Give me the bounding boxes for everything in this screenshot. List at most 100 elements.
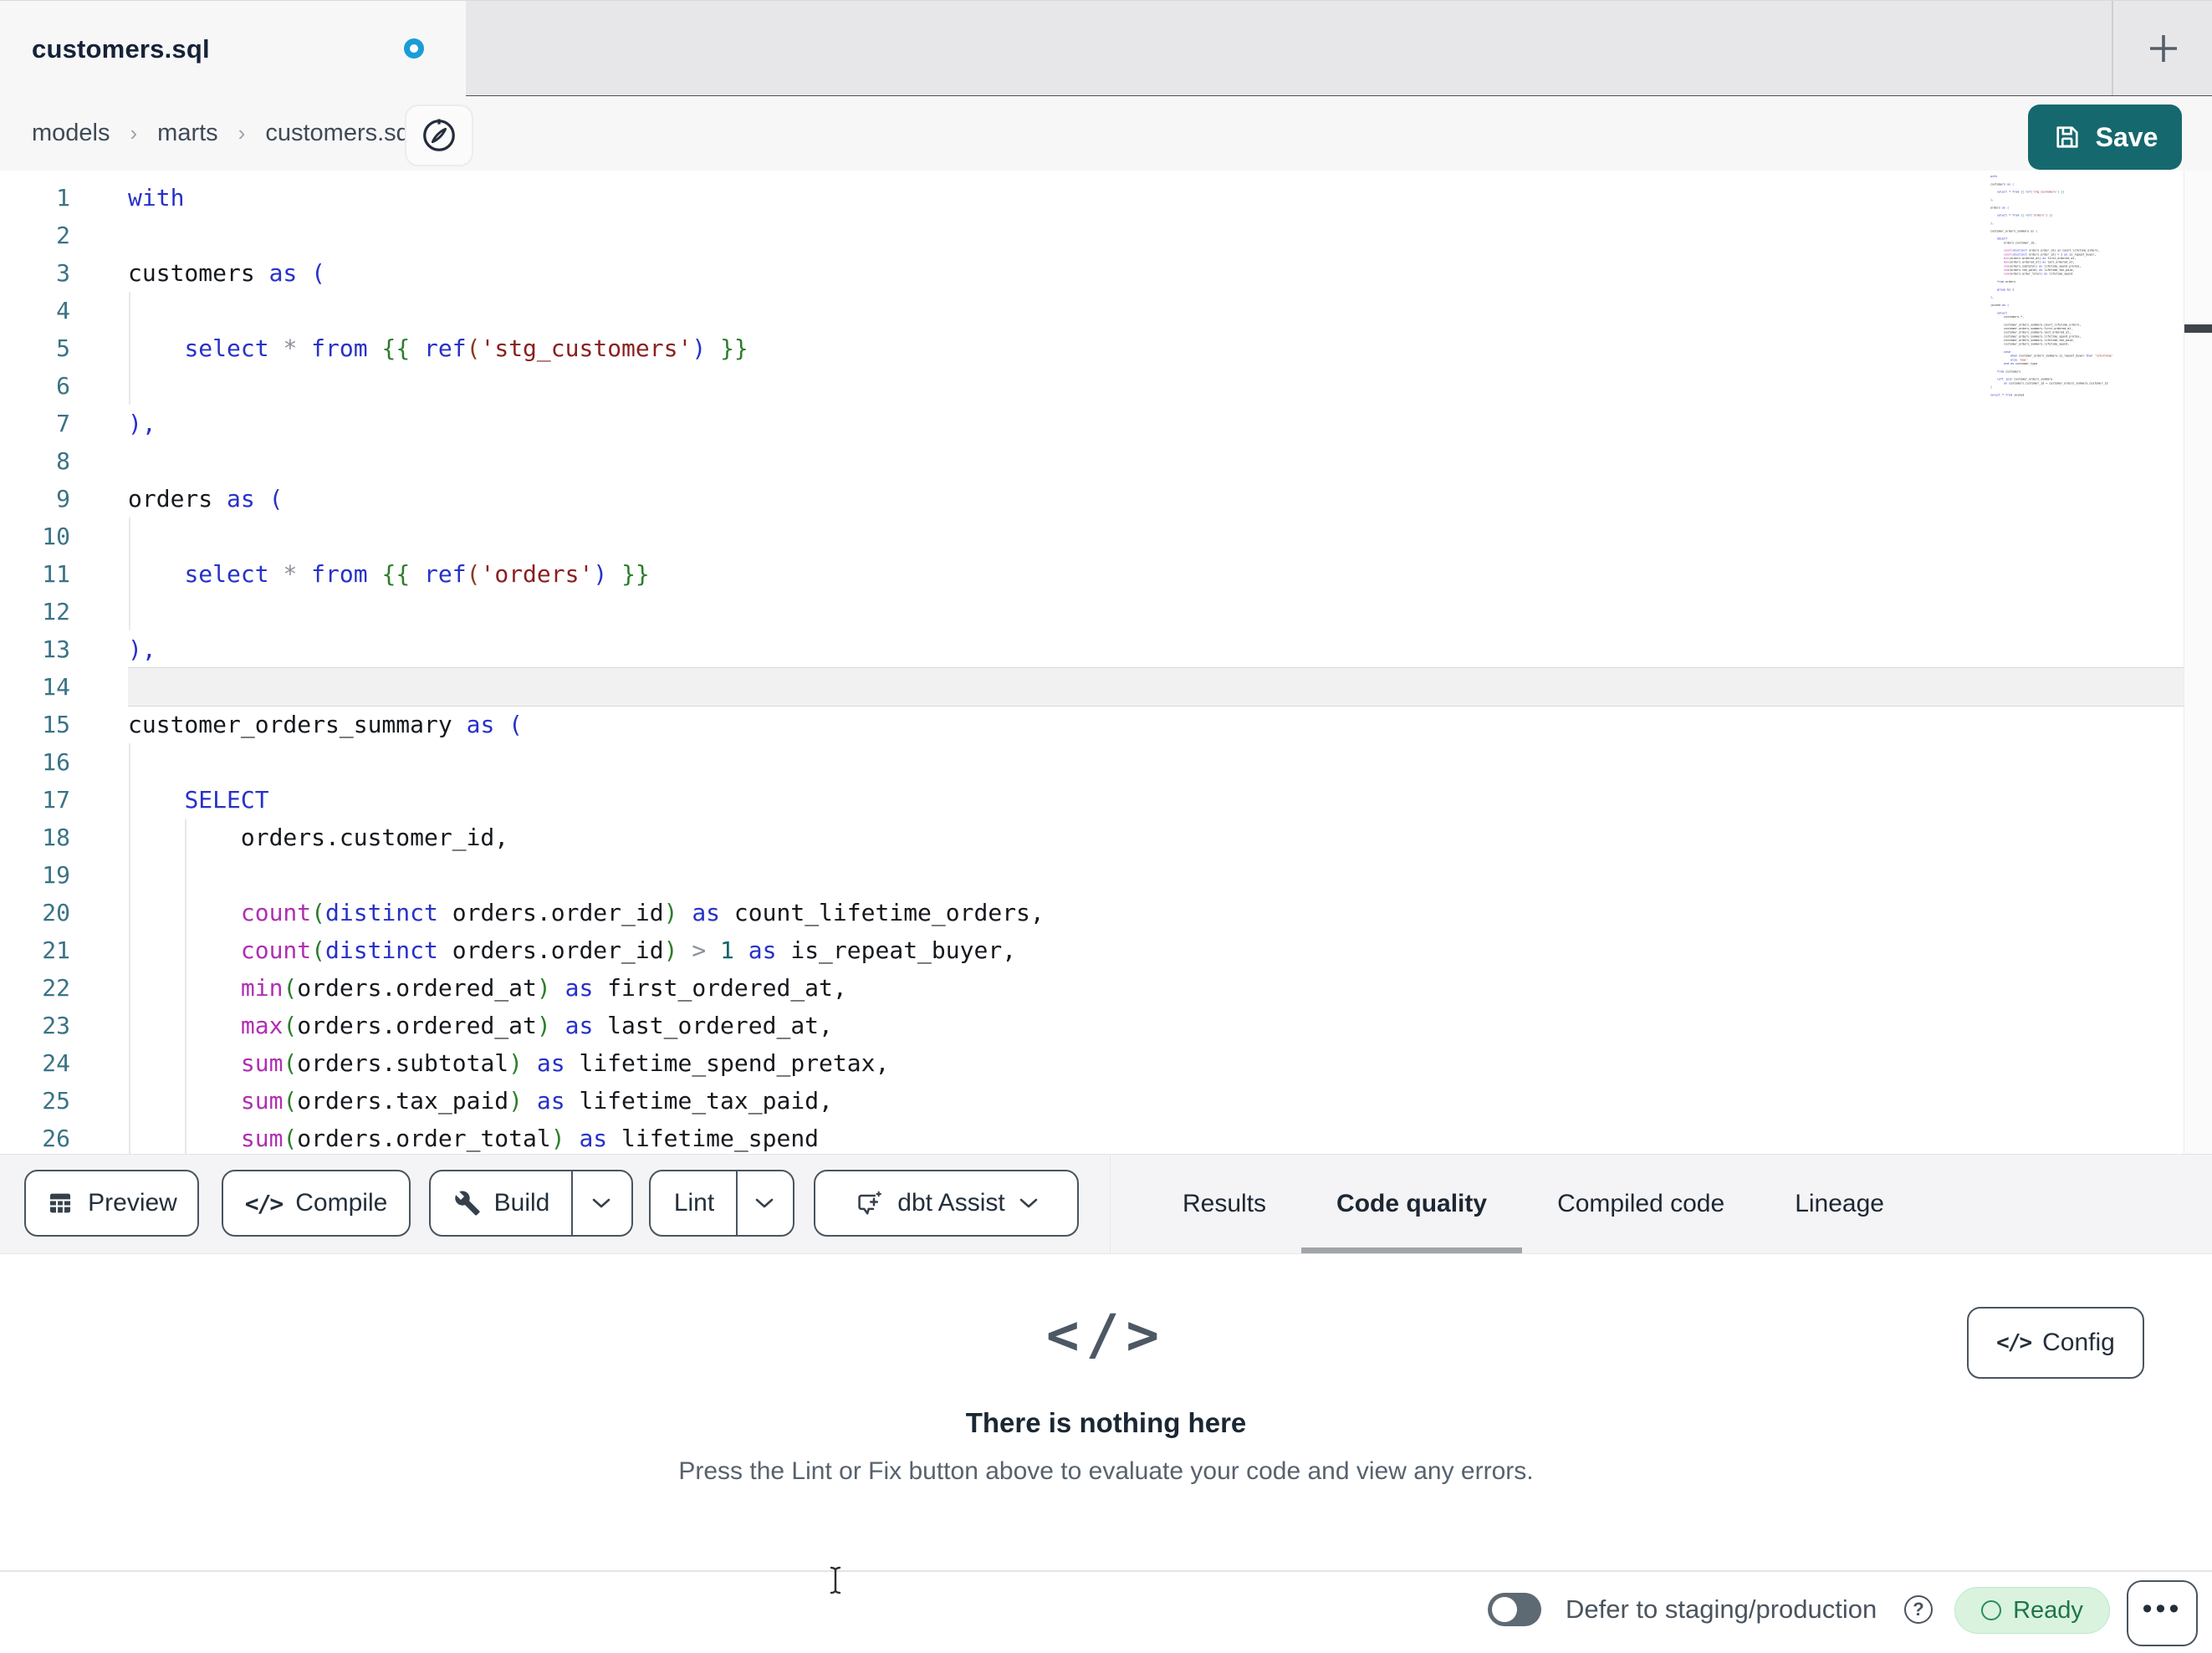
code-line: 4 — [0, 292, 2212, 329]
breadcrumb-item-models[interactable]: models — [32, 120, 110, 147]
save-button[interactable]: Save — [2028, 105, 2182, 170]
build-button[interactable]: Build — [432, 1171, 572, 1235]
tab-title: customers.sql — [32, 33, 210, 64]
code-line: 14 — [0, 668, 2212, 706]
config-button[interactable]: </> Config — [1967, 1307, 2144, 1379]
line-number: 3 — [56, 259, 70, 287]
compile-button[interactable]: </> Compile — [222, 1170, 411, 1237]
empty-state-title: There is nothing here — [965, 1407, 1247, 1438]
code-line: 6 — [0, 367, 2212, 405]
tab-compiled-code[interactable]: Compiled code — [1522, 1155, 1760, 1253]
config-button-label: Config — [2042, 1329, 2115, 1356]
preview-button[interactable]: Preview — [24, 1170, 199, 1237]
code-line: 23 max(orders.ordered_at) as last_ordere… — [0, 1007, 2212, 1044]
defer-toggle[interactable] — [1488, 1593, 1541, 1626]
code-brackets-icon: </> — [244, 1189, 284, 1217]
line-number: 23 — [42, 1012, 70, 1039]
line-number: 13 — [42, 635, 70, 663]
explore-docs-button[interactable] — [405, 105, 473, 166]
line-number: 20 — [42, 899, 70, 926]
help-icon[interactable]: ? — [1904, 1595, 1933, 1624]
tab-lineage[interactable]: Lineage — [1760, 1155, 1919, 1253]
line-number: 22 — [42, 974, 70, 1002]
line-number: 26 — [42, 1125, 70, 1152]
code-line: 24 sum(orders.subtotal) as lifetime_spen… — [0, 1044, 2212, 1082]
line-number: 5 — [56, 334, 70, 362]
more-options-button[interactable]: ••• — [2127, 1580, 2198, 1646]
line-number: 15 — [42, 711, 70, 738]
line-number: 18 — [42, 824, 70, 851]
plus-icon — [2150, 35, 2177, 62]
text-cursor-pointer — [826, 1565, 845, 1595]
tab-bar-divider — [2112, 1, 2113, 95]
code-line: 17 SELECT — [0, 781, 2212, 819]
compile-button-label: Compile — [295, 1189, 388, 1217]
build-dropdown-button[interactable] — [573, 1171, 630, 1235]
editor-scrollbar-thumb[interactable] — [2184, 324, 2212, 333]
tab-customers-sql[interactable]: customers.sql — [0, 1, 466, 97]
code-line: 21 count(distinct orders.order_id) > 1 a… — [0, 931, 2212, 969]
empty-state-subtitle: Press the Lint or Fix button above to ev… — [678, 1457, 1534, 1485]
line-number: 11 — [42, 560, 70, 588]
status-circle-icon — [1981, 1600, 2002, 1620]
code-line: 12 — [0, 593, 2212, 630]
minimap-code: with customers as ( select * from {{ ref… — [1990, 175, 2113, 397]
code-line: 18 orders.customer_id, — [0, 819, 2212, 856]
chevron-down-icon — [755, 1198, 774, 1208]
preview-button-label: Preview — [88, 1189, 177, 1217]
lint-dropdown-button[interactable] — [738, 1171, 791, 1235]
indent-guide — [185, 819, 186, 1154]
code-line: 16 — [0, 743, 2212, 781]
tab-results[interactable]: Results — [1147, 1155, 1301, 1253]
breadcrumb-item-marts[interactable]: marts — [157, 120, 218, 147]
code-quality-panel: </> There is nothing here Press the Lint… — [0, 1254, 2212, 1570]
code-line: 26 sum(orders.order_total) as lifetime_s… — [0, 1120, 2212, 1154]
line-number: 7 — [56, 410, 70, 437]
breadcrumb-separator: › — [130, 120, 138, 145]
code-line: 2 — [0, 217, 2212, 254]
code-line: 19 — [0, 856, 2212, 894]
line-number: 8 — [56, 447, 70, 475]
line-number: 24 — [42, 1049, 70, 1077]
line-number: 17 — [42, 786, 70, 814]
breadcrumb-bar: models › marts › customers.sql Save — [0, 96, 2212, 171]
tab-code-quality[interactable]: Code quality — [1301, 1155, 1523, 1253]
line-number: 10 — [42, 523, 70, 550]
dbt-assist-button[interactable]: dbt Assist — [814, 1170, 1079, 1237]
editor-lines: 1 with 2 3 customers as (4 5 select * from {{… — [0, 171, 2212, 1154]
save-button-label: Save — [2095, 121, 2158, 152]
line-number: 14 — [42, 673, 70, 701]
line-number: 19 — [42, 861, 70, 889]
line-number: 25 — [42, 1087, 70, 1115]
compass-icon — [423, 119, 455, 151]
editor-tab-bar: customers.sql — [0, 0, 2212, 97]
code-line: 13), — [0, 630, 2212, 668]
breadcrumb-item-file[interactable]: customers.sql — [265, 120, 415, 147]
breadcrumb-separator: › — [238, 120, 246, 145]
editor-scrollbar[interactable] — [2184, 171, 2212, 1154]
line-number: 21 — [42, 936, 70, 964]
lint-split-button: Lint — [649, 1170, 794, 1237]
dbt-assist-button-label: dbt Assist — [897, 1189, 1005, 1217]
indent-guide — [129, 743, 130, 1154]
code-line: 10 — [0, 518, 2212, 555]
line-number: 2 — [56, 222, 70, 249]
panel-tabs: Results Code quality Compiled code Linea… — [1147, 1155, 1919, 1253]
line-number: 16 — [42, 748, 70, 776]
line-number: 12 — [42, 598, 70, 625]
code-icon: </> — [1045, 1303, 1167, 1367]
lint-button-label: Lint — [673, 1189, 715, 1217]
code-editor[interactable]: 1 with 2 3 customers as (4 5 select * from {{… — [0, 171, 2212, 1154]
code-line: 1 with — [0, 179, 2212, 217]
status-bar: Defer to staging/production ? Ready ••• — [0, 1570, 2212, 1653]
minimap[interactable]: with customers as ( select * from {{ ref… — [1990, 175, 2116, 400]
code-line: 22 min(orders.ordered_at) as first_order… — [0, 969, 2212, 1007]
code-line: 20 count(distinct orders.order_id) as co… — [0, 894, 2212, 931]
line-number: 1 — [56, 184, 70, 212]
line-number: 4 — [56, 297, 70, 324]
new-tab-button[interactable] — [2131, 16, 2196, 81]
code-line: 25 sum(orders.tax_paid) as lifetime_tax_… — [0, 1082, 2212, 1120]
lint-button[interactable]: Lint — [652, 1171, 736, 1235]
action-toolbar: Preview </> Compile Build Lint dbt Assis… — [0, 1154, 2212, 1254]
status-badge[interactable]: Ready — [1954, 1587, 2110, 1634]
